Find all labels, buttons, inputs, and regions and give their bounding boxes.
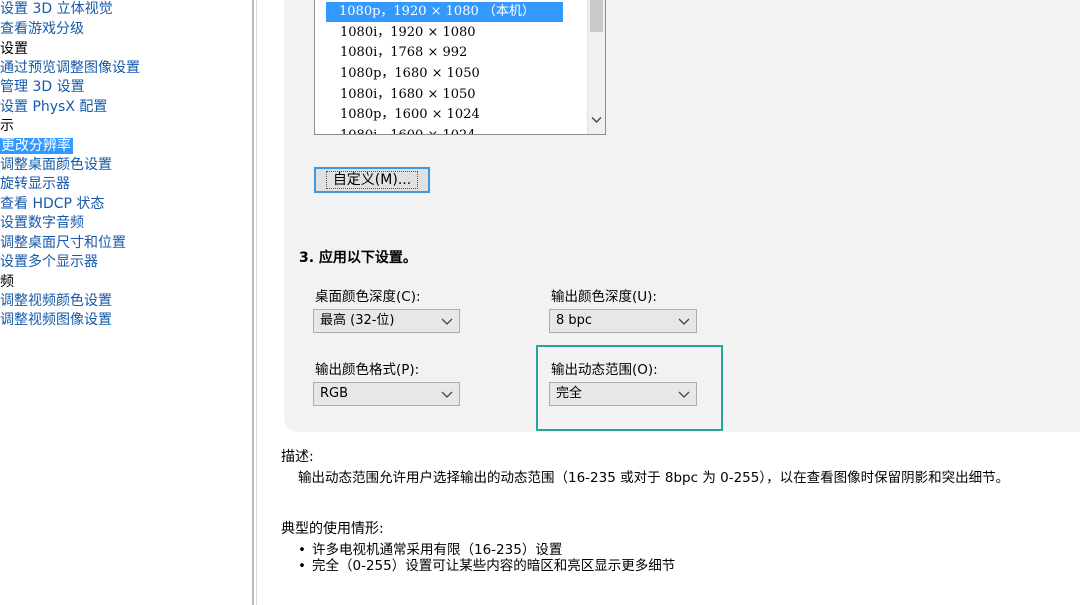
nav-item-stereo-3d[interactable]: 设置 3D 立体视觉	[0, 0, 113, 19]
nav-item-rotate-display[interactable]: 旋转显示器	[0, 175, 70, 194]
chevron-down-icon	[676, 383, 692, 405]
resolution-option[interactable]: 1080i，1600 × 1024	[327, 126, 480, 134]
nav-item-video-color[interactable]: 调整视频颜色设置	[0, 292, 112, 311]
section-title: 3. 应用以下设置。	[299, 250, 417, 266]
resolution-option[interactable]: 1080p，1920 × 1080 （本机）	[326, 2, 563, 22]
resolution-option[interactable]: 1080p，1600 × 1024	[327, 105, 484, 125]
usage-label: 典型的使用情形:	[281, 521, 384, 537]
nav-item-multiple-displays[interactable]: 设置多个显示器	[0, 253, 98, 272]
output-dynamic-range-label: 输出动态范围(O):	[551, 362, 658, 378]
chevron-down-icon[interactable]	[590, 116, 603, 128]
usage-bullet: • 完全（0-255）设置可让某些内容的暗区和亮区显示更多细节	[298, 558, 676, 574]
nav-item-game-rating[interactable]: 查看游戏分级	[0, 20, 84, 39]
description-text: 输出动态范围允许用户选择输出的动态范围（16-235 或对于 8bpc 为 0-…	[298, 470, 1010, 486]
output-color-format-select[interactable]: RGB	[313, 382, 460, 406]
nav-item-hdcp-status[interactable]: 查看 HDCP 状态	[0, 195, 104, 214]
chevron-down-icon	[676, 310, 692, 332]
nav-item-video-image[interactable]: 调整视频图像设置	[0, 311, 112, 330]
nav-item-digital-audio[interactable]: 设置数字音频	[0, 214, 84, 233]
chevron-down-icon	[439, 383, 455, 405]
resolution-option[interactable]: 1080i，1768 × 992	[327, 43, 471, 63]
nav-item-desktop-size[interactable]: 调整桌面尺寸和位置	[0, 234, 126, 253]
nav-item-manage-3d[interactable]: 管理 3D 设置	[0, 78, 85, 97]
resolution-list[interactable]: 1080p，1920 × 1080 （本机） 1080i，1920 × 1080…	[314, 0, 606, 135]
resolution-option[interactable]: 1080p，1680 × 1050	[327, 64, 484, 84]
desktop-color-depth-label: 桌面颜色深度(C):	[315, 289, 421, 305]
output-dynamic-range-select[interactable]: 完全	[549, 382, 697, 406]
divider	[256, 0, 257, 605]
resolution-scrollbar[interactable]	[587, 0, 605, 134]
nav-item-desktop-color[interactable]: 调整桌面颜色设置	[0, 156, 112, 175]
customize-button[interactable]: 自定义(M)...	[314, 167, 430, 193]
output-color-format-label: 输出颜色格式(P):	[315, 362, 420, 378]
nav-category-video[interactable]: 频	[0, 273, 14, 292]
resolution-option[interactable]: 1080i，1920 × 1080	[327, 23, 480, 43]
nav-category-3d-settings[interactable]: 设置	[0, 40, 28, 59]
nav-item-preview-image[interactable]: 通过预览调整图像设置	[0, 59, 140, 78]
nav-item-change-resolution[interactable]: 更改分辨率	[0, 137, 73, 156]
chevron-down-icon	[439, 310, 455, 332]
nav-tree: 设置 3D 立体视觉 查看游戏分级 设置 通过预览调整图像设置 管理 3D 设置…	[0, 0, 252, 605]
nav-item-physx[interactable]: 设置 PhysX 配置	[0, 98, 107, 117]
splitter[interactable]	[252, 0, 254, 605]
output-color-depth-label: 输出颜色深度(U):	[551, 289, 657, 305]
scrollbar-thumb[interactable]	[590, 0, 603, 32]
output-color-depth-select[interactable]: 8 bpc	[549, 309, 697, 333]
resolution-option[interactable]: 1080i，1680 × 1050	[327, 85, 480, 105]
description-label: 描述:	[281, 449, 314, 465]
nav-category-display[interactable]: 示	[0, 117, 14, 136]
desktop-color-depth-select[interactable]: 最高 (32-位)	[313, 309, 460, 333]
